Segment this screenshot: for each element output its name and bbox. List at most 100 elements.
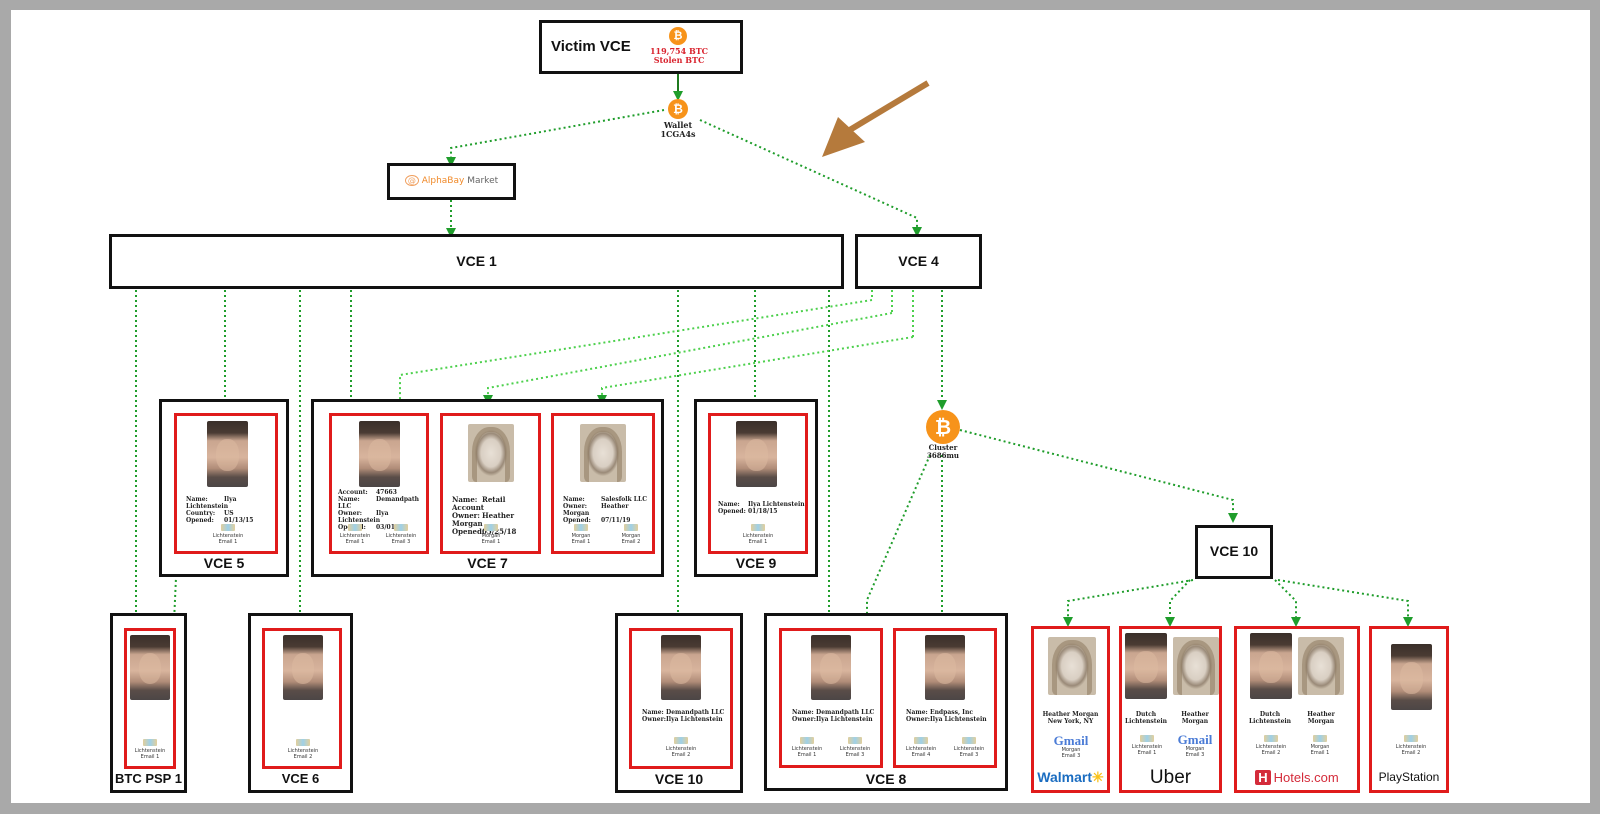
vce9-title: VCE 9 [735,555,777,571]
info-row: Name: Demandpath LLC [338,496,426,510]
info-value: Ilya Lichtenstein [816,716,873,723]
email-label: Email 2 [671,752,691,758]
wallet-bitcoin-icon[interactable]: ₿ [668,99,688,119]
vce5-node[interactable]: Name: Ilya Lichtenstein Country: US Opened… [159,399,289,577]
account-card[interactable]: Lichtenstein Email 1 [124,628,176,769]
info-value: 07/11/19 [601,517,631,524]
account-card[interactable]: Name: Demandpath LLC Owner:Ilya Lichtenst… [629,628,733,769]
vce1-node[interactable]: VCE 1 [109,234,844,289]
alphabay-logo-icon: @ [404,175,419,186]
person-photo [661,635,701,700]
info-key: Account: [338,489,368,496]
vce6-node[interactable]: Lichtenstein Email 2 VCE 6 [248,613,353,793]
merchant-card-walmart[interactable]: Heather Morgan New York, NY Gmail Morgan… [1031,626,1110,793]
info-key: Owner: [563,503,587,510]
info-key: Owner: [792,716,816,723]
info-row: Opened: 01/13/15 [186,517,275,524]
info-key: Opened: [563,517,591,524]
info-row: Name: Ilya Lichtenstein [718,501,805,508]
alphabay-name: AlphaBay [421,176,465,186]
email-icon [848,737,862,744]
person-surname: Morgan [1307,718,1335,725]
email-icon [914,737,928,744]
info-row: Owner:Ilya Lichtenstein [906,716,987,723]
vce10-bottom-title: VCE 10 [654,771,704,787]
email-item: Morgan Email 2 [606,524,656,545]
info-row: Owner:Ilya Lichtenstein [792,716,874,723]
wallet-address: 1CGA4s [660,129,696,139]
info-value: Ilya Lichtenstein [930,716,987,723]
account-card[interactable]: Name: Ilya Lichtenstein Opened: 01/18/15 L… [708,413,808,554]
email-label: Email 1 [218,539,238,545]
email-label: Email 1 [140,754,160,760]
email-icon [751,524,765,531]
info-value: 01/18/15 [748,508,778,515]
person-surname: Lichtenstein [1124,718,1168,725]
account-card[interactable]: Name: Endpass, Inc Owner:Ilya Lichtenstei… [893,628,997,768]
alphabay-market-node[interactable]: @ AlphaBay Market [387,163,516,200]
email-item: Lichtenstein Email 2 [656,737,706,758]
person-name: Dutch [1259,711,1281,718]
vce10-right-node[interactable]: VCE 10 [1195,525,1273,579]
person-photo [283,635,323,700]
person-photo [925,635,965,700]
person-name: Heather [1181,711,1209,718]
info-key: Name: [186,496,208,503]
email-icon [674,737,688,744]
cluster-bitcoin-icon[interactable]: ₿ [926,410,960,444]
info-key: Country: [186,510,216,517]
account-card[interactable]: Lichtenstein Email 2 [262,628,342,769]
info-key: Owner: [906,716,930,723]
merchant-card-playstation[interactable]: Lichtenstein Email 2 PlayStation [1369,626,1449,793]
stolen-btc-caption: Stolen BTC [653,55,705,65]
person-photo [1048,637,1096,695]
person-name: Dutch [1135,711,1157,718]
person-photo [130,635,170,700]
email-label: Email 3 [1061,753,1081,759]
vce4-node[interactable]: VCE 4 [855,234,982,289]
account-card[interactable]: Name: Retail Account Owner: Heather Morgan… [440,413,541,554]
btc-psp1-node[interactable]: Lichtenstein Email 1 BTC PSP 1 [110,613,187,793]
info-row: Owner:Ilya Lichtenstein [338,510,426,524]
email-label: Email 1 [481,539,501,545]
vce7-node[interactable]: Account: 47663 Name: Demandpath LLC Owner:… [311,399,664,577]
person-photo [1173,637,1219,695]
merchant-card-hotels[interactable]: Dutch Lichtenstein Heather Morgan Lichte… [1234,626,1360,793]
info-key: Owner: [338,510,362,517]
vce10-bottom-node[interactable]: Name: Demandpath LLC Owner:Ilya Lichtenst… [615,613,743,793]
email-item: Lichtenstein Email 3 [376,524,426,545]
email-label: Email 2 [621,539,641,545]
email-label: Email 1 [571,539,591,545]
email-item: Lichtenstein Email 1 [1122,735,1172,756]
vce4-title: VCE 4 [898,253,939,269]
vce8-node[interactable]: Name: Demandpath LLC Owner:Ilya Lichtenst… [764,613,1008,791]
email-label: Email 3 [959,752,979,758]
info-row: Name: Salesfolk LLC [563,496,652,503]
account-card[interactable]: Account: 47663 Name: Demandpath LLC Owner:… [329,413,429,554]
person-photo [1125,633,1167,699]
person-photo [811,635,851,700]
gmail-icon: Gmail [1177,732,1213,747]
person-photo [736,421,777,487]
email-item: Lichtenstein Email 3 [830,737,880,758]
email-label: Email 1 [345,539,365,545]
merchant-card-uber[interactable]: Dutch Lichtenstein Heather Morgan Lichte… [1119,626,1222,793]
person-photo [1391,644,1432,710]
account-card[interactable]: Name: Ilya Lichtenstein Country: US Opened… [174,413,278,554]
info-value: Demandpath LLC [666,709,725,716]
info-value: Salesfolk LLC [601,496,648,503]
person-location: New York, NY [1047,718,1094,725]
victim-vce-node[interactable]: Victim VCE ₿ 119,754 BTC Stolen BTC [539,20,743,74]
email-item: Lichtenstein Email 1 [782,737,832,758]
playstation-logo: PlayStation [1378,770,1440,784]
account-card[interactable]: Name: Salesfolk LLC Owner: Heather Morgan … [551,413,655,554]
vce9-node[interactable]: Name: Ilya Lichtenstein Opened: 01/18/15 L… [694,399,818,577]
info-key: Name: [338,496,360,503]
info-row: Name: Demandpath LLC [642,709,724,716]
info-key: Name: [718,501,740,508]
email-icon [1140,735,1154,742]
account-card[interactable]: Name: Demandpath LLC Owner:Ilya Lichtenst… [779,628,883,768]
email-label: Email 3 [845,752,865,758]
victim-vce-title: Victim VCE [551,38,631,55]
info-value: Ilya Lichtenstein [748,501,805,508]
